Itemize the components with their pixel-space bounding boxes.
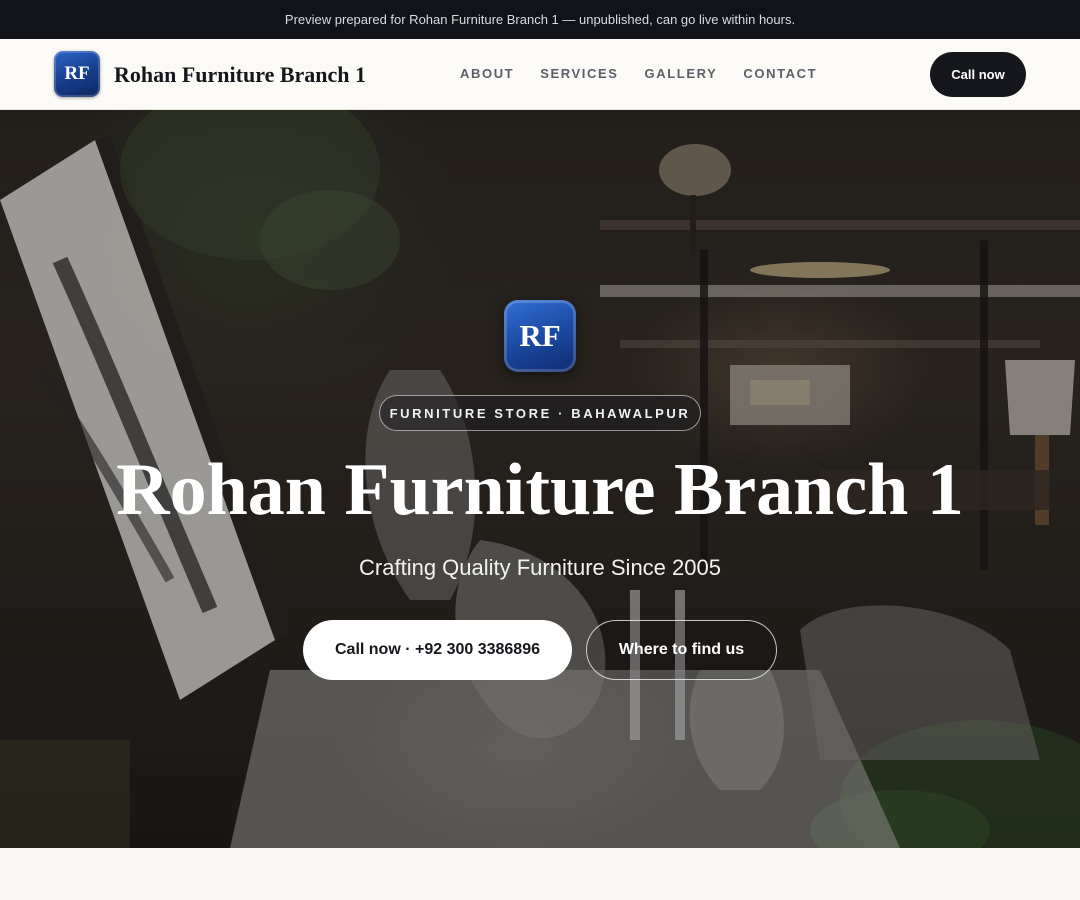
- hero-subtitle: Crafting Quality Furniture Since 2005: [359, 555, 721, 580]
- hero-logo-text: RF: [519, 318, 561, 353]
- preview-banner-text: Preview prepared for Rohan Furniture Bra…: [284, 12, 796, 27]
- hero-category-tag: FURNITURE STORE · BAHAWALPUR: [379, 395, 701, 431]
- nav-link-services[interactable]: SERVICES: [540, 65, 618, 83]
- header-call-button[interactable]: Call now: [930, 52, 1026, 97]
- brand-name[interactable]: Rohan Furniture Branch 1: [114, 61, 366, 89]
- preview-banner: Preview prepared for Rohan Furniture Bra…: [0, 0, 1080, 39]
- hero-title: Rohan Furniture Branch 1: [116, 449, 964, 531]
- nav-link-contact[interactable]: CONTACT: [743, 65, 817, 83]
- hero-section: RF FURNITURE STORE · BAHAWALPUR Rohan Fu…: [0, 110, 1080, 848]
- find-us-button[interactable]: Where to find us: [586, 620, 777, 680]
- site-header: RF Rohan Furniture Branch 1 ABOUT SERVIC…: [0, 39, 1080, 110]
- nav-link-about[interactable]: ABOUT: [460, 65, 514, 83]
- logo-text: RF: [64, 63, 90, 84]
- logo-badge[interactable]: RF: [54, 51, 100, 97]
- nav-link-gallery[interactable]: GALLERY: [645, 65, 718, 83]
- main-nav: ABOUT SERVICES GALLERY CONTACT: [460, 65, 817, 83]
- hero-call-button[interactable]: Call now · +92 300 3386896: [303, 620, 572, 680]
- hero-logo-badge: RF: [504, 300, 576, 372]
